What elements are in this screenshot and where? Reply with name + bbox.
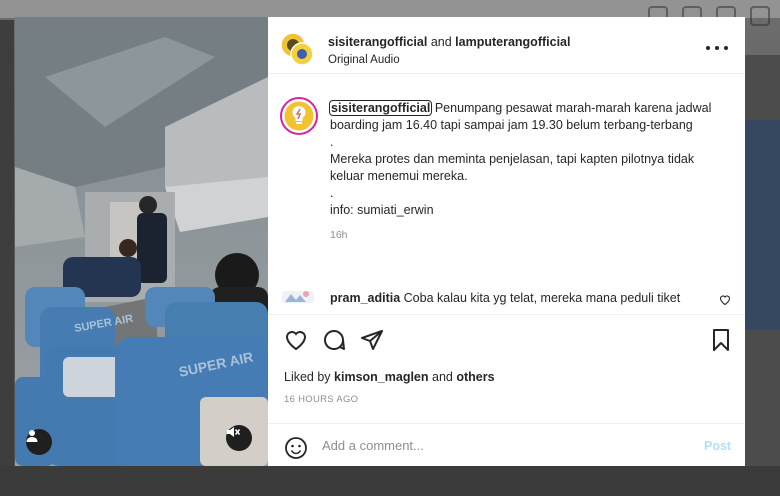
post-actions: Liked by kimson_maglen and others 16 HOU… bbox=[268, 314, 745, 467]
person-icon bbox=[26, 430, 38, 442]
post-detail-panel: sisiterangofficial and lamputerangoffici… bbox=[268, 17, 745, 466]
caption-text: sisiterangofficial Penumpang pesawat mar… bbox=[328, 100, 730, 244]
caption-time[interactable]: 16h bbox=[330, 227, 730, 244]
paper-plane-icon bbox=[361, 330, 383, 350]
emoji-icon[interactable] bbox=[284, 436, 308, 460]
liked-by-prefix: Liked by bbox=[284, 370, 331, 384]
comment-input[interactable] bbox=[322, 438, 682, 453]
collab-avatars[interactable] bbox=[280, 32, 314, 66]
caption-paragraph: . bbox=[330, 135, 334, 149]
caption-username[interactable]: sisiterangofficial bbox=[328, 100, 433, 116]
liked-by-others[interactable]: others bbox=[456, 370, 494, 384]
author-avatar[interactable] bbox=[280, 97, 318, 135]
post-comment-button[interactable]: Post bbox=[704, 439, 731, 453]
like-button[interactable] bbox=[284, 328, 308, 352]
comment-like-icon[interactable] bbox=[719, 294, 731, 305]
author-link-2[interactable]: lamputerangofficial bbox=[455, 35, 570, 49]
caption-paragraph: info: sumiati_erwin bbox=[330, 203, 434, 217]
caption-block: sisiterangofficial Penumpang pesawat mar… bbox=[268, 73, 745, 317]
feed-right-tile[interactable] bbox=[745, 55, 780, 475]
more-horizontal-icon bbox=[706, 46, 710, 50]
add-comment-bar: Post bbox=[268, 423, 745, 468]
post-header: sisiterangofficial and lamputerangoffici… bbox=[268, 17, 745, 74]
comment-body: Coba kalau kita yg telat, mereka mana pe… bbox=[403, 291, 681, 305]
liked-by-and: and bbox=[432, 370, 453, 384]
commenter-avatar[interactable] bbox=[282, 285, 314, 307]
author-link-1[interactable]: sisiterangofficial bbox=[328, 35, 427, 49]
mute-toggle-button[interactable] bbox=[226, 425, 252, 451]
feed-left-tile bbox=[0, 20, 14, 480]
bookmark-icon bbox=[713, 329, 729, 351]
post-authors: sisiterangofficial and lamputerangoffici… bbox=[328, 35, 570, 49]
caption-paragraph: . bbox=[330, 186, 334, 200]
comment-bubble-icon bbox=[324, 330, 345, 351]
comment-text: pram_aditia Coba kalau kita yg telat, me… bbox=[330, 291, 680, 305]
save-button[interactable] bbox=[709, 328, 733, 352]
airplane-cabin-image: SUPER AIR SUPER AIR bbox=[15, 17, 268, 466]
liked-by-user[interactable]: kimson_maglen bbox=[334, 370, 428, 384]
caption-paragraph: Mereka protes dan meminta penjelasan, ta… bbox=[330, 152, 695, 183]
share-button[interactable] bbox=[360, 328, 384, 352]
more-options-button[interactable] bbox=[706, 41, 728, 55]
comment-button[interactable] bbox=[322, 328, 346, 352]
audio-link[interactable]: Original Audio bbox=[328, 54, 400, 66]
speaker-muted-icon bbox=[227, 427, 240, 437]
author-connector: and bbox=[430, 35, 452, 49]
post-timestamp[interactable]: 16 HOURS AGO bbox=[284, 394, 358, 405]
post-video[interactable]: SUPER AIR SUPER AIR bbox=[15, 17, 268, 466]
liked-by: Liked by kimson_maglen and others bbox=[284, 370, 495, 384]
post-modal: SUPER AIR SUPER AIR sisiterangofficial a… bbox=[15, 17, 745, 466]
feed-bottom-tiles bbox=[0, 466, 780, 496]
commenter-username[interactable]: pram_aditia bbox=[330, 291, 400, 305]
action-icons bbox=[284, 328, 384, 352]
tagged-users-button[interactable] bbox=[26, 429, 52, 455]
comment-row: pram_aditia Coba kalau kita yg telat, me… bbox=[268, 283, 745, 313]
heart-icon bbox=[285, 331, 307, 351]
